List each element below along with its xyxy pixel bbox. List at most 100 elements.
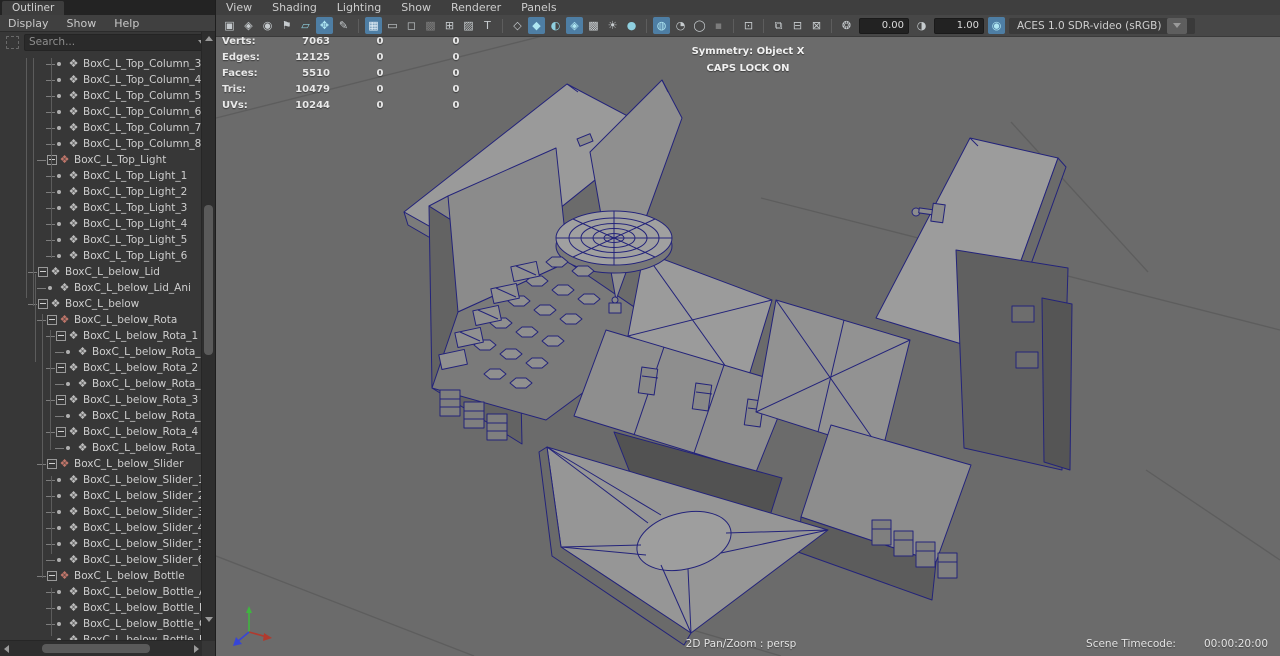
viewport-panel[interactable]: ViewShadingLightingShowRendererPanels ▣◈… (216, 0, 1280, 656)
grease-pencil-icon[interactable]: ✎ (335, 17, 352, 34)
collapse-expander-icon[interactable] (55, 360, 66, 376)
scrollbar-thumb[interactable] (204, 205, 213, 355)
motion-blur-icon[interactable]: ◔ (672, 17, 689, 34)
outliner-item[interactable]: ❖BoxC_L_below_Slider_1 (0, 472, 202, 488)
exposure-field[interactable]: 0.00 (859, 18, 909, 34)
outliner-item[interactable]: ❖BoxC_L_below_Bottle_C (0, 616, 202, 632)
lock-camera-icon[interactable]: ◈ (240, 17, 257, 34)
outliner-item[interactable]: ❖BoxC_L_below_Lid (0, 264, 202, 280)
isolate-select-icon[interactable]: ⊡ (740, 17, 757, 34)
viewport-menu-item[interactable]: Shading (272, 1, 317, 14)
ambient-occlusion-icon[interactable]: ◍ (653, 17, 670, 34)
collapse-expander-icon[interactable] (55, 328, 66, 344)
gate-mask-icon[interactable]: ▩ (422, 17, 439, 34)
outliner-item[interactable]: ❖BoxC_L_below_Slider_3 (0, 504, 202, 520)
textured-icon[interactable]: ◐ (547, 17, 564, 34)
xray-icon[interactable]: ⧉ (770, 17, 787, 34)
lights-icon[interactable]: ☀ (604, 17, 621, 34)
image-plane-icon[interactable]: ▱ (297, 17, 314, 34)
color-management-icon[interactable]: ◉ (988, 17, 1005, 34)
outliner-item[interactable]: ❖BoxC_L_Top_Light_5 (0, 232, 202, 248)
scrollbar-thumb[interactable] (42, 644, 150, 653)
outliner-item[interactable]: ❖BoxC_L_below_Lid_Ani (0, 280, 202, 296)
outliner-menu-item[interactable]: Show (67, 17, 97, 30)
outliner-item[interactable]: ❖BoxC_L_Top_Column_7 (0, 120, 202, 136)
outliner-item[interactable]: ❖BoxC_L_Top_Column_4 (0, 72, 202, 88)
outliner-item[interactable]: ❖BoxC_L_below_Rota_3 (0, 392, 202, 408)
resolution-gate-icon[interactable]: ◻ (403, 17, 420, 34)
outliner-menu-item[interactable]: Display (8, 17, 49, 30)
xray-joints-icon[interactable]: ⊟ (789, 17, 806, 34)
outliner-item[interactable]: ❖BoxC_L_below_Slider_2 (0, 488, 202, 504)
scroll-right-icon[interactable] (190, 643, 202, 655)
outliner-item[interactable]: ❖BoxC_L_below (0, 296, 202, 312)
outliner-item[interactable]: ❖BoxC_L_below_Rota (0, 312, 202, 328)
bookmark-icon[interactable]: ⚑ (278, 17, 295, 34)
gamma-icon[interactable]: ◑ (913, 17, 930, 34)
collapse-expander-icon[interactable] (55, 392, 66, 408)
collapse-expander-icon[interactable] (46, 568, 57, 584)
outliner-item[interactable]: ❖BoxC_L_below_Rota_2_eff (0, 376, 202, 392)
viewport-menu-item[interactable]: Show (401, 1, 431, 14)
outliner-item[interactable]: ❖BoxC_L_below_Slider_5 (0, 536, 202, 552)
scroll-left-icon[interactable] (0, 643, 12, 655)
outliner-item[interactable]: ❖BoxC_L_Top_Column_8 (0, 136, 202, 152)
outliner-item[interactable]: ❖BoxC_L_below_Slider_6 (0, 552, 202, 568)
outliner-tab[interactable]: Outliner (2, 1, 64, 15)
film-gate-icon[interactable]: ▭ (384, 17, 401, 34)
textures-icon[interactable]: ▩ (585, 17, 602, 34)
viewport-menu-item[interactable]: Renderer (451, 1, 501, 14)
outliner-item[interactable]: ❖BoxC_L_below_Rota_4 (0, 424, 202, 440)
snapshot-icon[interactable]: ⊠ (808, 17, 825, 34)
search-input[interactable]: Search... (24, 34, 211, 51)
grid-icon[interactable]: ▦ (365, 17, 382, 34)
outliner-item[interactable]: ❖BoxC_L_below_Rota_2 (0, 360, 202, 376)
outliner-item[interactable]: ❖BoxC_L_below_Rota_1_eff (0, 344, 202, 360)
outliner-item[interactable]: ❖BoxC_L_Top_Light_3 (0, 200, 202, 216)
collapse-expander-icon[interactable] (46, 456, 57, 472)
viewport-menu-item[interactable]: Lighting (337, 1, 381, 14)
outliner-item[interactable]: ❖BoxC_L_below_Bottle_B (0, 600, 202, 616)
viewport-menu-item[interactable]: View (226, 1, 252, 14)
outliner-item[interactable]: ❖BoxC_L_Top_Light_2 (0, 184, 202, 200)
outliner-item[interactable]: ❖BoxC_L_Top_Light_1 (0, 168, 202, 184)
outliner-menu-item[interactable]: Help (114, 17, 139, 30)
field-chart-icon[interactable]: ⊞ (441, 17, 458, 34)
color-space-select[interactable]: ACES 1.0 SDR-video (sRGB) (1009, 18, 1195, 34)
depth-of-field-icon[interactable]: ▪ (710, 17, 727, 34)
outliner-item[interactable]: ❖BoxC_L_Top_Column_3 (0, 56, 202, 72)
outliner-item[interactable]: ❖BoxC_L_below_Rota_4_eff (0, 440, 202, 456)
outliner-item[interactable]: ❖BoxC_L_Top_Light (0, 152, 202, 168)
select-camera-icon[interactable]: ▣ (221, 17, 238, 34)
safe-title-icon[interactable]: T (479, 17, 496, 34)
exposure-icon[interactable]: ❂ (838, 17, 855, 34)
collapse-expander-icon[interactable] (55, 424, 66, 440)
outliner-item[interactable]: ❖BoxC_L_below_Slider_4 (0, 520, 202, 536)
viewport-menu-item[interactable]: Panels (521, 1, 556, 14)
outliner-item[interactable]: ❖BoxC_L_below_Bottle (0, 568, 202, 584)
outliner-item[interactable]: ❖BoxC_L_Top_Column_5 (0, 88, 202, 104)
outliner-item[interactable]: ❖BoxC_L_below_Slider (0, 456, 202, 472)
gamma-field[interactable]: 1.00 (934, 18, 984, 34)
camera-attributes-icon[interactable]: ◉ (259, 17, 276, 34)
pan-zoom-icon[interactable]: ✥ (316, 17, 333, 34)
filter-icon[interactable] (6, 36, 19, 49)
outliner-item[interactable]: ❖BoxC_L_Top_Light_6 (0, 248, 202, 264)
shadows-icon[interactable]: ● (623, 17, 640, 34)
outliner-item[interactable]: ❖BoxC_L_below_Bottle_A (0, 584, 202, 600)
outliner-vertical-scrollbar[interactable] (201, 32, 215, 641)
wireframe-on-shaded-icon[interactable]: ◈ (566, 17, 583, 34)
outliner-item[interactable]: ❖BoxC_L_Top_Column_6 (0, 104, 202, 120)
collapse-expander-icon[interactable] (37, 264, 48, 280)
outliner-item[interactable]: ❖BoxC_L_below_Rota_3_eff (0, 408, 202, 424)
outliner-item[interactable]: ❖BoxC_L_below_Rota_1 (0, 328, 202, 344)
scroll-up-icon[interactable] (202, 32, 215, 44)
scroll-down-icon[interactable] (202, 613, 215, 625)
collapse-expander-icon[interactable] (37, 296, 48, 312)
anti-aliasing-icon[interactable]: ◯ (691, 17, 708, 34)
safe-action-icon[interactable]: ▨ (460, 17, 477, 34)
chevron-down-icon[interactable] (1167, 18, 1187, 34)
wireframe-icon[interactable]: ◇ (509, 17, 526, 34)
outliner-horizontal-scrollbar[interactable] (0, 640, 202, 656)
collapse-expander-icon[interactable] (46, 312, 57, 328)
